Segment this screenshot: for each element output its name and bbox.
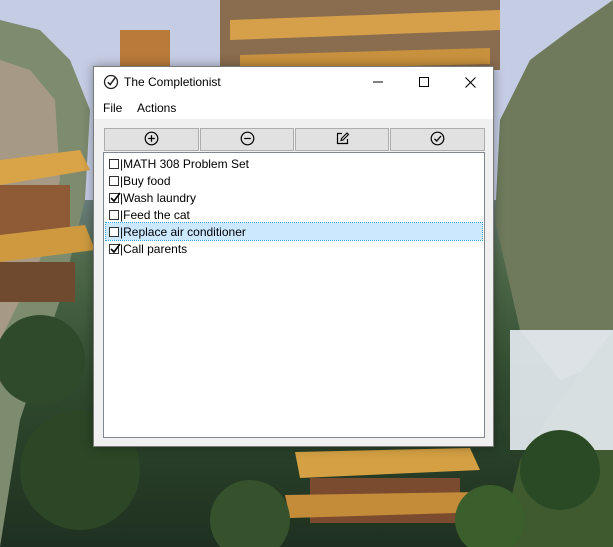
checkbox-unchecked[interactable] bbox=[109, 158, 119, 169]
maximize-button[interactable] bbox=[401, 67, 447, 97]
edit-icon bbox=[335, 131, 350, 149]
checkbox-checked[interactable] bbox=[109, 192, 121, 203]
minimize-button[interactable] bbox=[355, 67, 401, 97]
menu-bar: File Actions bbox=[94, 97, 493, 119]
minimize-icon bbox=[373, 77, 383, 87]
task-item[interactable]: | MATH 308 Problem Set bbox=[106, 155, 482, 172]
plus-circle-icon bbox=[144, 131, 159, 149]
task-item[interactable]: | Buy food bbox=[106, 172, 482, 189]
edit-task-button[interactable] bbox=[295, 128, 389, 151]
window-title: The Completionist bbox=[124, 75, 221, 89]
complete-task-button[interactable] bbox=[390, 128, 485, 151]
task-label: Replace air conditioner bbox=[123, 224, 246, 239]
task-label: Buy food bbox=[123, 173, 171, 188]
app-check-icon bbox=[103, 74, 119, 90]
title-bar[interactable]: The Completionist bbox=[94, 67, 493, 97]
task-item[interactable]: | Replace air conditioner bbox=[105, 222, 483, 241]
checkbox-unchecked[interactable] bbox=[109, 209, 119, 220]
close-icon bbox=[464, 76, 476, 88]
menu-file[interactable]: File bbox=[101, 101, 124, 115]
task-item[interactable]: | Feed the cat bbox=[106, 206, 482, 223]
app-window: The Completionist File Actions | MATH 30… bbox=[93, 66, 494, 447]
menu-actions[interactable]: Actions bbox=[135, 101, 178, 115]
checkbox-unchecked[interactable] bbox=[109, 226, 119, 237]
task-label: Wash laundry bbox=[123, 190, 197, 205]
check-circle-icon bbox=[430, 131, 445, 149]
task-list[interactable]: | MATH 308 Problem Set | Buy food | Wash laun… bbox=[103, 152, 485, 438]
task-label: MATH 308 Problem Set bbox=[123, 156, 249, 171]
task-label: Feed the cat bbox=[123, 207, 190, 222]
minus-circle-icon bbox=[240, 131, 255, 149]
maximize-icon bbox=[419, 77, 429, 87]
task-item[interactable]: | Wash laundry bbox=[106, 189, 482, 206]
add-task-button[interactable] bbox=[104, 128, 199, 151]
remove-task-button[interactable] bbox=[200, 128, 294, 151]
toolbar bbox=[104, 128, 485, 151]
close-button[interactable] bbox=[447, 67, 493, 97]
checkbox-checked[interactable] bbox=[109, 243, 121, 254]
checkbox-unchecked[interactable] bbox=[109, 175, 119, 186]
task-item[interactable]: | Call parents bbox=[106, 240, 482, 257]
task-label: Call parents bbox=[123, 241, 188, 256]
